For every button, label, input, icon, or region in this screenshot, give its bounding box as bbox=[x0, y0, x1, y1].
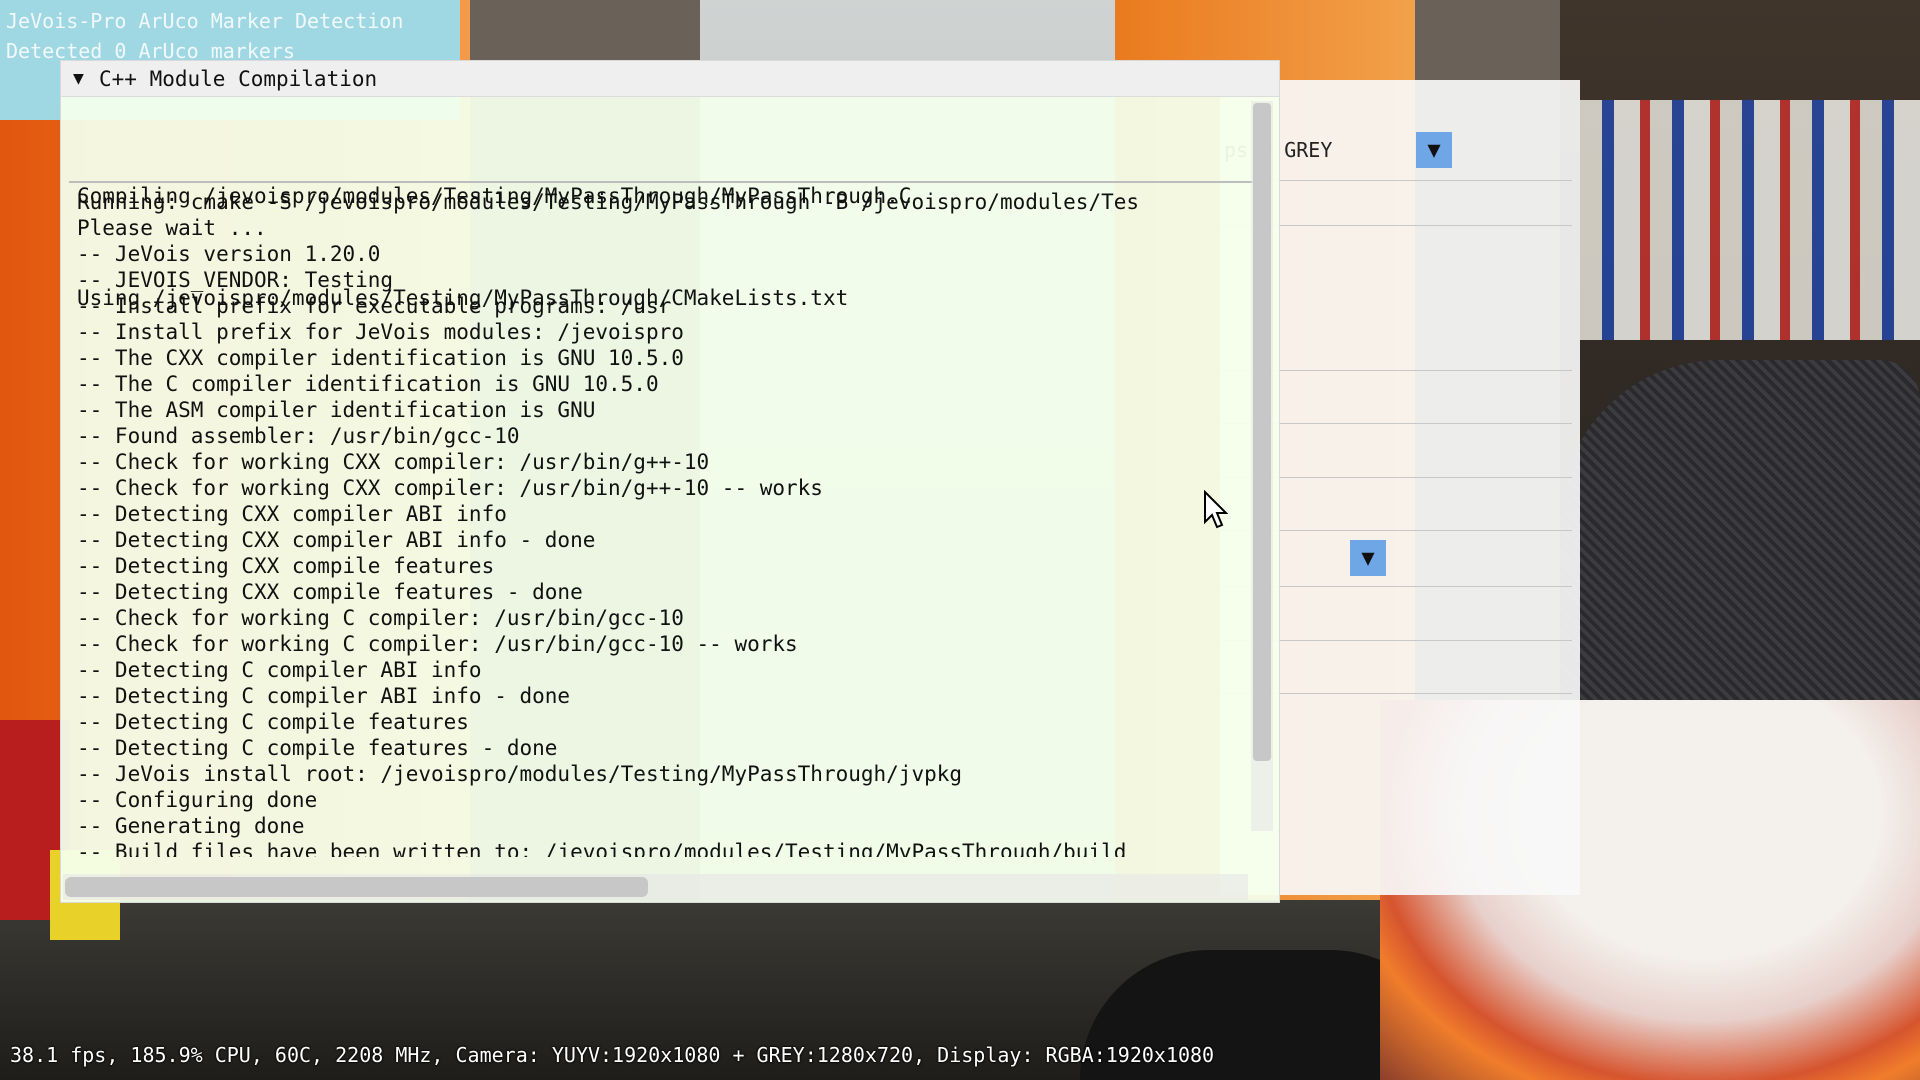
log-line: -- Detecting C compiler ABI info - done bbox=[77, 684, 571, 708]
compile-log[interactable]: Running: cmake -S /jevoispro/modules/Tes… bbox=[69, 189, 1254, 857]
overlay-title: JeVois-Pro ArUco Marker Detection Detect… bbox=[6, 6, 403, 66]
log-line: -- Check for working CXX compiler: /usr/… bbox=[77, 476, 823, 500]
log-line: -- JeVois install root: /jevoispro/modul… bbox=[77, 762, 963, 786]
log-line: -- Detecting CXX compiler ABI info bbox=[77, 502, 507, 526]
triangle-down-icon: ▼ bbox=[1427, 137, 1441, 163]
overlay-title-line1: JeVois-Pro ArUco Marker Detection bbox=[6, 9, 404, 33]
log-line: -- Detecting C compile features - done bbox=[77, 736, 558, 760]
header-divider bbox=[69, 181, 1254, 183]
log-line: -- Configuring done bbox=[77, 788, 318, 812]
horizontal-scrollbar-thumb[interactable] bbox=[65, 877, 648, 897]
video-mode-dropdown[interactable]: ▼ bbox=[1416, 132, 1452, 168]
triangle-down-icon[interactable]: ▼ bbox=[73, 68, 99, 89]
setting-dropdown[interactable]: ▼ bbox=[1350, 540, 1386, 576]
log-line: -- Detecting CXX compile features - done bbox=[77, 580, 583, 604]
log-line: -- Detecting C compiler ABI info bbox=[77, 658, 482, 682]
log-line: -- The C compiler identification is GNU … bbox=[77, 372, 659, 396]
log-line: -- JeVois version 1.20.0 bbox=[77, 242, 381, 266]
compile-window-titlebar[interactable]: ▼ C++ Module Compilation bbox=[61, 61, 1279, 97]
compile-window[interactable]: ▼ C++ Module Compilation Compiling /jevo… bbox=[60, 60, 1280, 903]
log-line: -- JEVOIS_VENDOR: Testing bbox=[77, 268, 394, 292]
log-line: -- Install prefix for JeVois modules: /j… bbox=[77, 320, 684, 344]
horizontal-scrollbar[interactable] bbox=[63, 874, 1248, 900]
log-line: -- Build files have been written to: /je… bbox=[77, 840, 1127, 857]
log-line: -- Install prefix for executable program… bbox=[77, 294, 672, 318]
mouse-cursor-icon bbox=[1204, 490, 1229, 529]
log-line: -- Detecting CXX compiler ABI info - don… bbox=[77, 528, 596, 552]
triangle-down-icon: ▼ bbox=[1361, 545, 1375, 571]
log-line: -- The CXX compiler identification is GN… bbox=[77, 346, 684, 370]
log-line: -- Check for working C compiler: /usr/bi… bbox=[77, 632, 798, 656]
vertical-scrollbar-thumb[interactable] bbox=[1253, 103, 1271, 761]
log-line: -- Detecting C compile features bbox=[77, 710, 469, 734]
log-line: -- Generating done bbox=[77, 814, 305, 838]
log-line: -- Check for working C compiler: /usr/bi… bbox=[77, 606, 684, 630]
log-line: -- The ASM compiler identification is GN… bbox=[77, 398, 596, 422]
log-line: -- Check for working CXX compiler: /usr/… bbox=[77, 450, 710, 474]
compile-log-lines: Running: cmake -S /jevoispro/modules/Tes… bbox=[69, 189, 1254, 857]
compile-window-title: C++ Module Compilation bbox=[99, 66, 378, 91]
log-line: Please wait ... bbox=[77, 216, 267, 240]
vertical-scrollbar[interactable] bbox=[1251, 101, 1273, 831]
status-bar: 38.1 fps, 185.9% CPU, 60C, 2208 MHz, Cam… bbox=[10, 1043, 1215, 1067]
log-line: Running: cmake -S /jevoispro/modules/Tes… bbox=[77, 190, 1140, 214]
log-line: -- Detecting CXX compile features bbox=[77, 554, 495, 578]
log-line: -- Found assembler: /usr/bin/gcc-10 bbox=[77, 424, 520, 448]
